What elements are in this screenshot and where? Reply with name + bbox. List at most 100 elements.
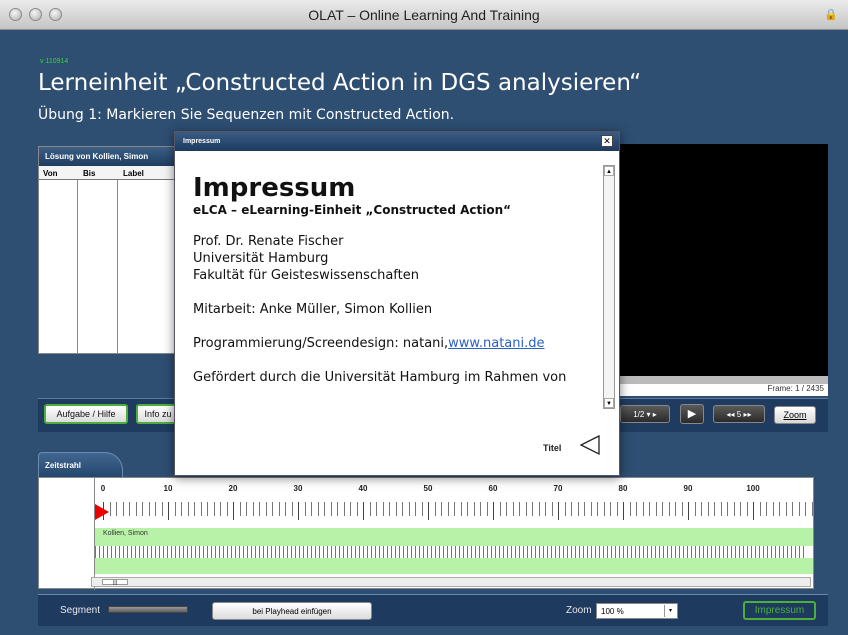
track-tick <box>663 546 664 558</box>
track-tick <box>419 546 420 558</box>
track-tick <box>339 546 340 558</box>
chevron-down-icon[interactable]: ▾ <box>664 605 676 617</box>
ruler-label: 60 <box>488 484 498 493</box>
track-tick <box>183 546 184 558</box>
ruler-tick <box>161 502 163 516</box>
ruler-label: 30 <box>293 484 303 493</box>
dialog-content: Impressum eLCA – eLearning-Einheit „Cons… <box>193 174 593 386</box>
programming-text: Programmierung/Screendesign: natani, <box>193 336 449 351</box>
annotation-track[interactable]: Kollien, Simon <box>95 528 813 574</box>
ruler-label: 0 <box>100 484 106 493</box>
track-tick <box>731 546 732 558</box>
track-tick <box>627 546 628 558</box>
track-tick <box>631 546 632 558</box>
track-tick <box>319 546 320 558</box>
track-tick <box>675 546 676 558</box>
track-tick <box>351 546 352 558</box>
step-forward-icon[interactable]: ▸▸ <box>743 410 751 419</box>
playhead-marker[interactable] <box>95 504 109 520</box>
step-control[interactable]: ◂◂ 5 ▸▸ <box>713 405 765 423</box>
track-tick <box>679 546 680 558</box>
ruler-tick <box>681 502 683 516</box>
scrollbar-thumb[interactable]: ||| <box>102 579 128 586</box>
track-tick <box>771 546 772 558</box>
dialog-subheading: eLCA – eLearning-Einheit „Constructed Ac… <box>193 203 512 217</box>
natani-link[interactable]: www.natani.de <box>448 336 544 351</box>
track-tick <box>347 546 348 558</box>
impressum-button[interactable]: Impressum <box>743 601 816 620</box>
insert-at-playhead-button[interactable]: bei Playhead einfügen <box>212 602 372 620</box>
ruler-tick <box>265 502 267 516</box>
ruler-tick <box>155 502 156 516</box>
track-tick <box>215 546 216 558</box>
ruler-tick <box>174 502 176 516</box>
video-player[interactable] <box>618 144 828 376</box>
back-arrow-icon[interactable] <box>579 434 601 456</box>
track-tick <box>335 546 336 558</box>
dialog-scrollbar[interactable]: ▲ ▼ <box>603 165 615 409</box>
scroll-down-icon[interactable]: ▼ <box>604 398 614 408</box>
track-tick <box>371 546 372 558</box>
timeline-ruler[interactable]: 0 10 20 30 40 50 60 70 80 90 100 <box>95 478 813 526</box>
scroll-up-icon[interactable]: ▲ <box>604 166 614 176</box>
track-tick <box>775 546 776 558</box>
zoom-select[interactable]: 100 % ▾ <box>596 603 678 619</box>
staff-text: Mitarbeit: Anke Müller, Simon Kollien <box>193 302 433 317</box>
ruler-label: 90 <box>683 484 693 493</box>
col-bis[interactable]: Bis <box>83 169 95 178</box>
close-icon[interactable]: ✕ <box>601 135 613 147</box>
track-tick <box>527 546 528 558</box>
track-tick <box>743 546 744 558</box>
step-back-icon[interactable]: ◂◂ <box>727 410 737 419</box>
ruler-tick <box>239 502 241 516</box>
ruler-tick <box>766 502 767 516</box>
funding-text: Gefördert durch die Universität Hamburg … <box>193 370 567 385</box>
ruler-tick <box>421 502 423 516</box>
track-tick <box>539 546 540 558</box>
ruler-tick <box>246 502 247 516</box>
zoom-button[interactable]: Zoom <box>774 406 816 424</box>
ruler-tick <box>395 502 397 516</box>
ruler-label: 50 <box>423 484 433 493</box>
play-button[interactable]: ▶ <box>680 404 704 424</box>
track-tick <box>471 546 472 558</box>
track-tick <box>95 546 96 558</box>
segment-label: Segment <box>60 605 101 616</box>
ruler-tick <box>467 502 468 516</box>
speed-select[interactable]: 1/2 ▾ ▸ <box>620 405 670 423</box>
track-tick <box>751 546 752 558</box>
track-tick <box>711 546 712 558</box>
track-tick <box>699 546 700 558</box>
track-tick <box>559 546 560 558</box>
ruler-tick <box>116 502 117 516</box>
track-tick <box>739 546 740 558</box>
ruler-tick <box>701 502 702 516</box>
track-tick <box>135 546 136 558</box>
track-tick <box>363 546 364 558</box>
track-tick <box>231 546 232 558</box>
ruler-tick <box>629 502 631 516</box>
track-tick <box>603 546 604 558</box>
ruler-tick <box>278 502 280 516</box>
timeline-tab[interactable]: Zeitstrahl <box>38 452 123 478</box>
track-tick <box>551 546 552 558</box>
ruler-tick <box>233 502 234 520</box>
col-von[interactable]: Von <box>43 169 58 178</box>
track-tick <box>127 546 128 558</box>
track-tick <box>659 546 660 558</box>
solution-tab[interactable]: Lösung von Kollien, Simon <box>39 147 189 166</box>
track-tick <box>403 546 404 558</box>
ruler-tick <box>603 502 605 516</box>
timeline-panel: 0 10 20 30 40 50 60 70 80 90 100 Kollien… <box>38 477 814 590</box>
ruler-tick <box>538 502 540 516</box>
segment-slider[interactable] <box>108 606 188 613</box>
col-label[interactable]: Label <box>123 169 144 178</box>
track-tick <box>195 546 196 558</box>
timeline-scrollbar[interactable]: ||| <box>91 577 811 587</box>
task-help-button[interactable]: Aufgabe / Hilfe <box>44 404 128 424</box>
ruler-tick <box>187 502 189 516</box>
track-tick <box>611 546 612 558</box>
video-progress-bar[interactable] <box>618 376 828 384</box>
track-tick <box>531 546 532 558</box>
track-tick <box>263 546 264 558</box>
